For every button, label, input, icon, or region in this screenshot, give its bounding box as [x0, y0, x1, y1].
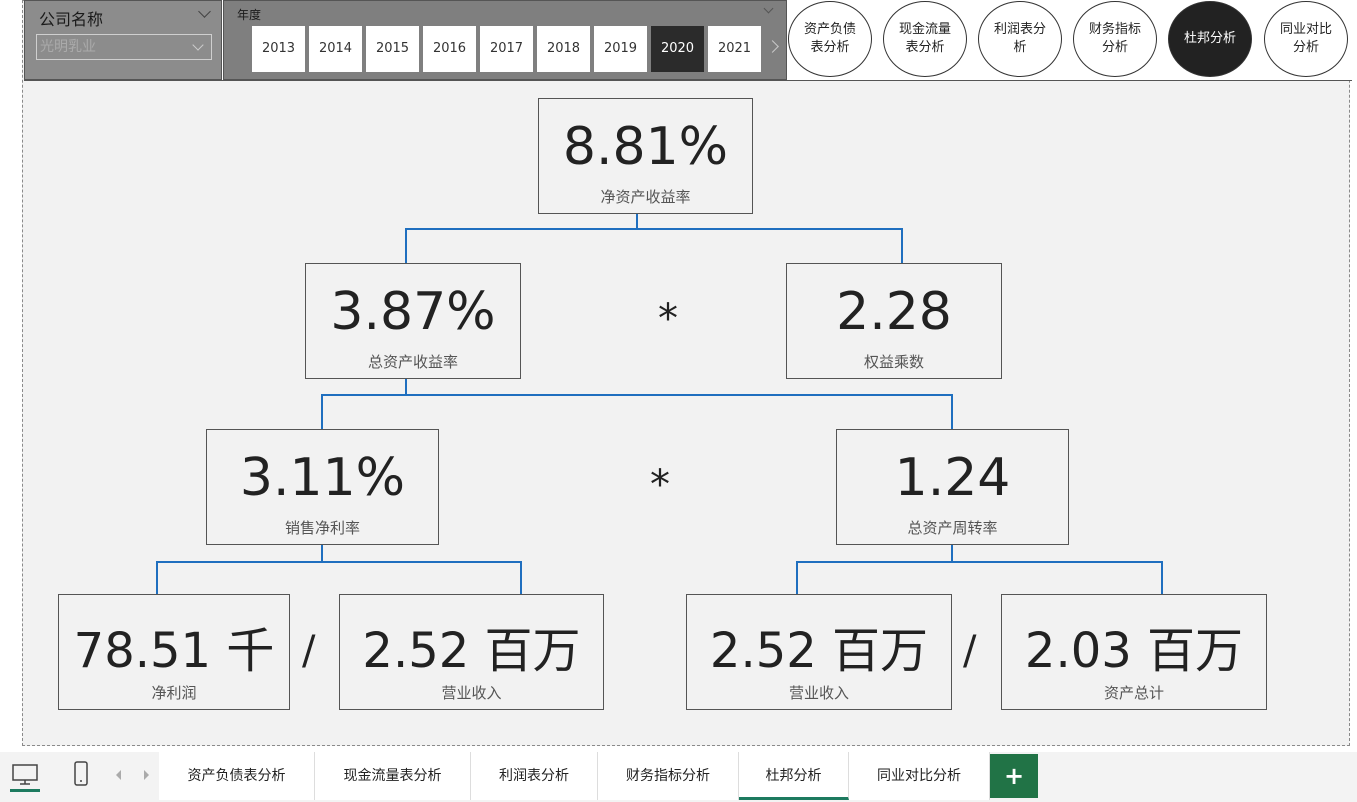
tab-income-statement[interactable]: 利润表分析 [471, 752, 598, 800]
kpi-value: 2.52 百万 [709, 623, 929, 679]
kpi-net-margin: 3.11% 销售净利率 [206, 429, 439, 545]
kpi-value: 78.51 千 [73, 623, 275, 679]
tab-peer-comparison[interactable]: 同业对比分析 [849, 752, 990, 800]
divide-operator: / [302, 628, 316, 674]
desktop-view-icon[interactable] [10, 762, 40, 792]
kpi-label: 营业收入 [788, 684, 849, 702]
kpi-label: 资产总计 [1103, 684, 1164, 702]
tab-balance-sheet[interactable]: 资产负债表分析 [159, 752, 315, 800]
scroll-right-icon[interactable] [144, 770, 149, 780]
mobile-view-icon[interactable] [72, 761, 90, 791]
tab-financial-indicators[interactable]: 财务指标分析 [598, 752, 739, 800]
kpi-total-assets: 2.03 百万 资产总计 [1001, 594, 1267, 710]
kpi-value: 1.24 [894, 448, 1011, 508]
multiply-operator: * [650, 462, 670, 508]
kpi-revenue-turnover: 2.52 百万 营业收入 [686, 594, 952, 710]
page-tab-bar: 资产负债表分析 现金流量表分析 利润表分析 财务指标分析 杜邦分析 同业对比分析… [0, 752, 1357, 802]
scroll-left-icon[interactable] [116, 770, 121, 780]
kpi-value: 2.52 百万 [362, 623, 581, 679]
kpi-label: 销售净利率 [284, 519, 360, 537]
kpi-roa: 3.87% 总资产收益率 [305, 263, 521, 379]
tab-cash-flow[interactable]: 现金流量表分析 [315, 752, 471, 800]
tab-dupont[interactable]: 杜邦分析 [739, 752, 849, 800]
kpi-value: 3.11% [239, 448, 406, 508]
kpi-value: 8.81% [562, 117, 729, 177]
kpi-value: 2.03 百万 [1024, 623, 1244, 679]
kpi-equity-multiplier: 2.28 权益乘数 [786, 263, 1002, 379]
kpi-revenue: 2.52 百万 营业收入 [339, 594, 604, 710]
kpi-label: 营业收入 [441, 684, 502, 702]
kpi-label: 权益乘数 [863, 353, 924, 371]
kpi-roe: 8.81% 净资产收益率 [538, 98, 753, 214]
add-page-button[interactable]: + [990, 754, 1038, 798]
multiply-operator: * [658, 296, 678, 342]
kpi-label: 净资产收益率 [600, 188, 691, 206]
kpi-asset-turnover: 1.24 总资产周转率 [836, 429, 1069, 545]
divide-operator: / [963, 628, 977, 674]
kpi-label: 总资产周转率 [907, 519, 998, 537]
kpi-label: 净利润 [151, 684, 197, 702]
kpi-value: 2.28 [836, 282, 952, 342]
kpi-label: 总资产收益率 [367, 353, 458, 371]
kpi-net-profit: 78.51 千 净利润 [58, 594, 290, 710]
kpi-value: 3.87% [330, 282, 496, 342]
